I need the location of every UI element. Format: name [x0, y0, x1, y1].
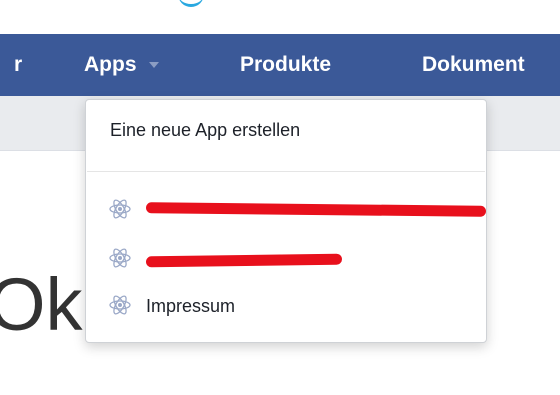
- logo-arc: [178, 0, 204, 7]
- menu-divider: [87, 171, 485, 172]
- redaction-mark: [145, 253, 343, 268]
- react-atom-icon: [109, 295, 131, 315]
- redaction-mark: [145, 202, 487, 217]
- react-atom-icon: [109, 199, 131, 219]
- top-strip: [0, 0, 560, 34]
- app-menu-item[interactable]: [108, 194, 487, 228]
- nav-item-produkte[interactable]: Produkte: [240, 34, 331, 96]
- nav-item-cut-off[interactable]: r: [14, 34, 22, 96]
- nav-item-apps[interactable]: Apps: [84, 34, 159, 96]
- page-intro-text: [0, 360, 560, 395]
- nav-item-apps-label: Apps: [84, 53, 137, 76]
- top-navbar: r Apps Produkte Dokument: [0, 34, 560, 96]
- apps-dropdown-menu: Eine neue App erstellen Impressum: [85, 99, 487, 343]
- page-heading: Ok: [0, 263, 83, 346]
- app-menu-item[interactable]: [108, 243, 468, 277]
- nav-item-dokumentation[interactable]: Dokument: [422, 34, 525, 96]
- caret-down-icon: [148, 62, 159, 69]
- app-menu-item-impressum[interactable]: Impressum: [108, 290, 468, 324]
- app-menu-item-label: Impressum: [146, 296, 236, 316]
- create-app-menu-item[interactable]: Eine neue App erstellen: [110, 120, 300, 141]
- react-atom-icon: [109, 248, 131, 268]
